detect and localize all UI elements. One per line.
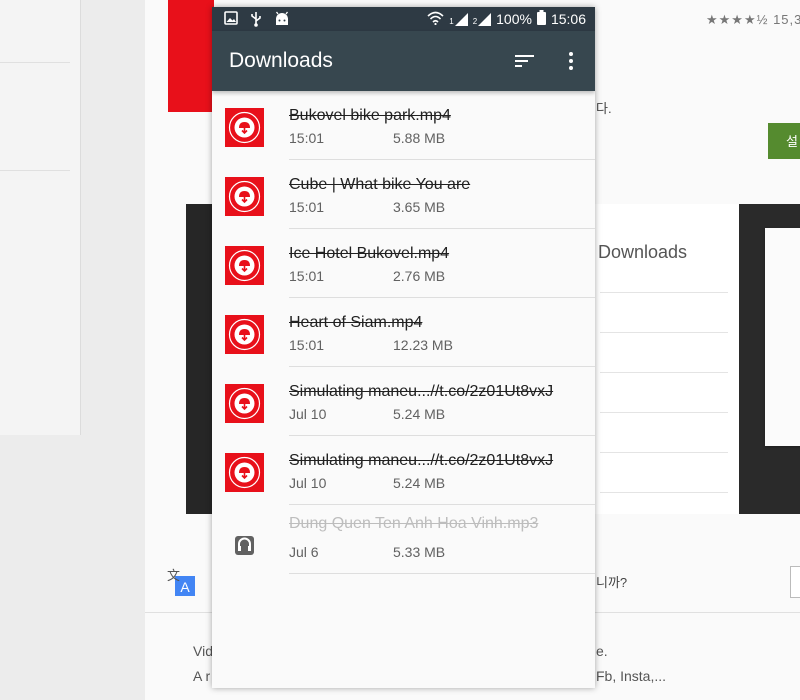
sim-slot-label: 1 — [449, 16, 454, 26]
battery-percent: 100% — [496, 11, 532, 27]
row-divider — [289, 573, 595, 574]
signal-icon: 1 — [449, 12, 468, 26]
status-indicators: 1 2 100% 15:06 — [427, 10, 586, 28]
list-item[interactable]: Ice Hotel Bukovel.mp4 15:01 2.76 MB — [212, 229, 595, 298]
more-options-button[interactable] — [559, 49, 583, 73]
background-divider — [0, 170, 70, 171]
android-icon — [274, 11, 290, 32]
file-time: Jul 6 — [289, 544, 319, 560]
file-name: Cube | What bike You are — [289, 176, 471, 193]
usb-icon — [250, 11, 262, 32]
file-time: 15:01 — [289, 199, 325, 215]
background-rating: ★★★★½ 15,3 — [706, 12, 800, 27]
downloads-list: Bukovel bike park.mp4 15:01 5.88 MB Cube… — [212, 91, 595, 574]
background-screenshot — [186, 204, 214, 514]
background-screenshot-row — [600, 292, 728, 293]
video-thumb-icon — [225, 246, 264, 285]
svg-text:A: A — [180, 579, 190, 595]
more-vert-icon — [569, 52, 573, 70]
background-screenshot-row — [600, 372, 728, 373]
file-size: 12.23 MB — [393, 337, 453, 353]
file-name: Simulating maneu...//t.co/2z01Ut8vxJ — [289, 452, 554, 469]
page-title: Downloads — [229, 49, 333, 72]
file-name: Dung Quen Ten Anh Hoa Vinh.mp3 — [289, 515, 539, 532]
sort-icon — [515, 55, 534, 67]
background-screenshot-row — [600, 332, 728, 333]
video-thumb-icon — [225, 108, 264, 147]
background-text-field[interactable] — [790, 566, 800, 598]
battery-icon — [536, 10, 546, 28]
file-size: 3.65 MB — [393, 199, 446, 215]
list-item[interactable]: Dung Quen Ten Anh Hoa Vinh.mp3 Jul 6 5.3… — [212, 505, 595, 574]
background-screenshot: Downloads — [594, 204, 739, 514]
file-name: Ice Hotel Bukovel.mp4 — [289, 245, 450, 262]
status-bar: 1 2 100% 15:06 — [212, 7, 595, 31]
video-thumb-icon — [225, 453, 264, 492]
file-time: Jul 10 — [289, 475, 327, 491]
file-time: 15:01 — [289, 130, 325, 146]
file-time: Jul 10 — [289, 406, 327, 422]
app-bar: Downloads — [212, 31, 595, 91]
wifi-icon — [427, 11, 444, 28]
file-size: 5.33 MB — [393, 544, 446, 560]
background-screenshot-row — [600, 452, 728, 453]
clock: 15:06 — [550, 11, 586, 27]
background-screenshot-row — [600, 412, 728, 413]
file-size: 5.24 MB — [393, 475, 446, 491]
video-thumb-icon — [225, 384, 264, 423]
sim-slot-label: 2 — [472, 16, 478, 26]
background-text: 다. — [596, 101, 612, 116]
background-install-button[interactable]: 설 — [768, 123, 800, 159]
headphones-icon — [225, 522, 264, 561]
file-name: Heart of Siam.mp4 — [289, 314, 423, 331]
list-item[interactable]: Cube | What bike You are 15:01 3.65 MB — [212, 160, 595, 229]
list-item[interactable]: Simulating maneu...//t.co/2z01Ut8vxJ Jul… — [212, 367, 595, 436]
svg-text:文: 文 — [167, 569, 180, 584]
translate-icon[interactable]: A 文 — [165, 566, 197, 598]
background-text: 니까? — [596, 575, 628, 590]
background-screenshot-title: Downloads — [598, 242, 688, 262]
background-description: Vid — [193, 643, 213, 659]
background-description: e. — [596, 643, 608, 659]
list-item[interactable]: Simulating maneu...//t.co/2z01Ut8vxJ Jul… — [212, 436, 595, 505]
image-icon — [224, 11, 238, 32]
file-time: 15:01 — [289, 337, 325, 353]
file-name: Bukovel bike park.mp4 — [289, 107, 451, 124]
sort-button[interactable] — [512, 49, 536, 73]
background-screenshot-menu — [765, 228, 800, 446]
file-name: Simulating maneu...//t.co/2z01Ut8vxJ — [289, 383, 554, 400]
background-description: Fb, Insta,... — [596, 668, 667, 684]
file-time: 15:01 — [289, 268, 325, 284]
background-divider — [0, 62, 70, 63]
background-screenshot-row — [600, 492, 728, 493]
file-size: 2.76 MB — [393, 268, 446, 284]
video-thumb-icon — [225, 315, 264, 354]
list-item[interactable]: Heart of Siam.mp4 15:01 12.23 MB — [212, 298, 595, 367]
video-thumb-icon — [225, 177, 264, 216]
file-size: 5.24 MB — [393, 406, 446, 422]
background-app-logo — [168, 0, 214, 112]
phone-screen: 1 2 100% 15:06 Downloads Bukovel bike pa… — [212, 7, 595, 688]
background-left-card — [0, 0, 81, 435]
background-description: A r — [193, 668, 211, 684]
file-size: 5.88 MB — [393, 130, 446, 146]
signal-icon: 2 — [472, 12, 492, 26]
list-item[interactable]: Bukovel bike park.mp4 15:01 5.88 MB — [212, 91, 595, 160]
status-notifications — [224, 11, 290, 32]
